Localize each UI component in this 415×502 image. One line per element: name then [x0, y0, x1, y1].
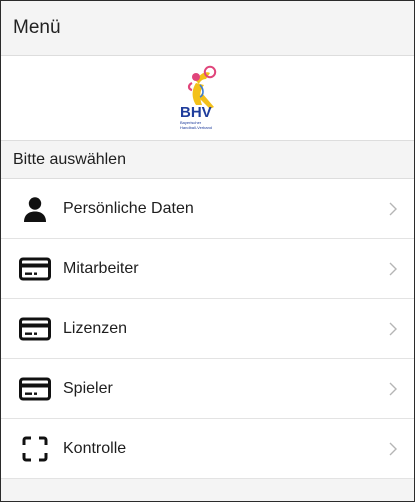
menu-screen: Menü BHV Bayerischer Handball-Verband Bi… — [0, 0, 415, 502]
card-icon — [17, 373, 53, 405]
bhv-logo: BHV Bayerischer Handball-Verband — [166, 63, 230, 133]
chevron-right-icon — [386, 321, 400, 337]
chevron-right-icon — [386, 381, 400, 397]
menu-item-label: Persönliche Daten — [63, 199, 194, 217]
menu-item-mitarbeiter[interactable]: Mitarbeiter — [1, 239, 414, 299]
menu-header: Menü — [1, 1, 414, 56]
chevron-right-icon — [386, 261, 400, 277]
menu-item-label: Lizenzen — [63, 319, 128, 337]
section-header: Bitte auswählen — [1, 141, 414, 179]
menu-item-label: Kontrolle — [63, 439, 127, 457]
page-title: Menü — [13, 17, 61, 38]
section-title: Bitte auswählen — [13, 150, 126, 168]
menu-item-persoenliche-daten[interactable]: Persönliche Daten — [1, 179, 414, 239]
chevron-right-icon — [386, 441, 400, 457]
menu-item-kontrolle[interactable]: Kontrolle — [1, 419, 414, 479]
chevron-right-icon — [386, 201, 400, 217]
logo-row: BHV Bayerischer Handball-Verband — [1, 56, 414, 141]
menu-item-spieler[interactable]: Spieler — [1, 359, 414, 419]
scan-frame-icon — [17, 433, 53, 465]
menu-item-lizenzen[interactable]: Lizenzen — [1, 299, 414, 359]
card-icon — [17, 253, 53, 285]
menu-item-label: Mitarbeiter — [63, 259, 139, 277]
menu-item-label: Spieler — [63, 379, 113, 397]
logo-wordmark: BHV — [180, 104, 212, 121]
person-icon — [17, 193, 53, 225]
logo-subtext-2: Handball-Verband — [180, 125, 212, 130]
card-icon — [17, 313, 53, 345]
footer-area — [1, 479, 414, 501]
